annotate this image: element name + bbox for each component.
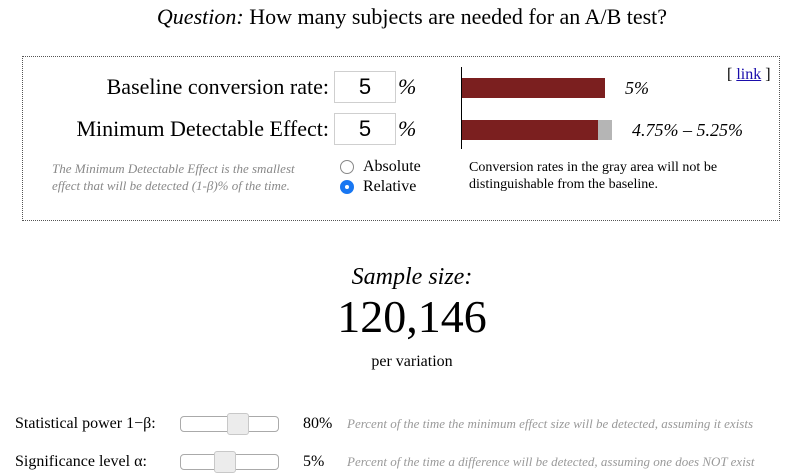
baseline-unit: % xyxy=(398,74,417,99)
mde-note: The Minimum Detectable Effect is the sma… xyxy=(52,161,295,193)
sample-size-value: 120,146 xyxy=(337,291,487,342)
question-text: How many subjects are needed for an A/B … xyxy=(249,4,668,29)
mde-bar xyxy=(462,120,598,140)
baseline-label: Baseline conversion rate: xyxy=(106,74,329,99)
power-label: Statistical power 1−β: xyxy=(15,415,156,432)
significance-description: Percent of the time a difference will be… xyxy=(347,454,755,469)
sample-size-sub: per variation xyxy=(371,353,453,370)
baseline-bar-label: 5% xyxy=(625,78,649,98)
power-slider[interactable] xyxy=(180,413,279,435)
baseline-input[interactable]: 5 xyxy=(334,71,396,103)
radio-relative[interactable] xyxy=(340,180,354,194)
power-slider-handle[interactable] xyxy=(227,413,249,435)
permalink-link[interactable]: link xyxy=(736,66,761,83)
mde-input[interactable]: 5 xyxy=(334,113,396,145)
radio-absolute[interactable] xyxy=(340,160,354,174)
significance-slider-handle[interactable] xyxy=(214,451,236,473)
question-title: Question: How many subjects are needed f… xyxy=(0,4,792,30)
relative-option[interactable]: Relative xyxy=(340,178,416,196)
absolute-option[interactable]: Absolute xyxy=(340,158,421,176)
significance-value: 5% xyxy=(303,453,325,470)
absolute-label: Absolute xyxy=(363,158,421,175)
gray-area-note: Conversion rates in the gray area will n… xyxy=(469,160,718,192)
mde-unit: % xyxy=(398,116,417,141)
sample-size-label: Sample size: xyxy=(351,264,473,290)
power-description: Percent of the time the minimum effect s… xyxy=(347,416,754,431)
mde-bar-label: 4.75% – 5.25% xyxy=(632,120,743,140)
significance-label: Significance level α: xyxy=(15,453,147,470)
relative-label: Relative xyxy=(363,178,417,195)
baseline-bar xyxy=(462,78,605,98)
mde-label: Minimum Detectable Effect: xyxy=(76,116,329,141)
mde-gray-zone xyxy=(598,120,612,140)
permalink: [ link ] xyxy=(727,66,771,83)
question-prefix: Question: xyxy=(156,4,244,29)
power-value: 80% xyxy=(303,415,333,432)
significance-slider[interactable] xyxy=(180,451,279,473)
